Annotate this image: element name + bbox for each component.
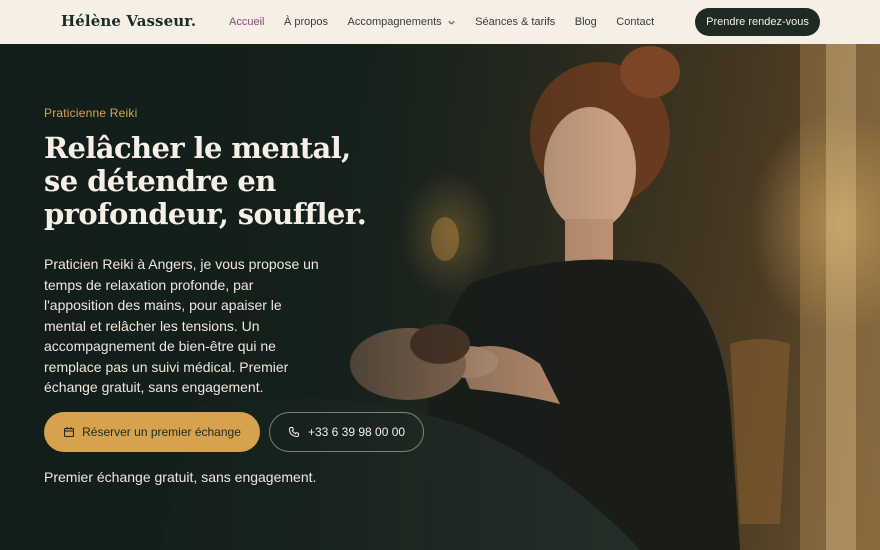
nav-item-accompagnements[interactable]: Accompagnements: [348, 16, 456, 28]
book-appointment-button[interactable]: Prendre rendez-vous: [695, 8, 820, 36]
nav-item-a-propos[interactable]: À propos: [284, 16, 328, 28]
phone-number-label: +33 6 39 98 00 00: [307, 425, 406, 439]
nav-item-label: Séances & tarifs: [475, 16, 556, 28]
hero-headline: Relâcher le mental, se détendre en profo…: [44, 131, 367, 231]
chevron-down-icon: [448, 20, 455, 25]
book-first-exchange-button[interactable]: Réserver un premier échange: [44, 412, 260, 452]
nav-item-label: Blog: [574, 16, 597, 28]
hero-section: Praticienne Reiki Relâcher le mental, se…: [0, 44, 880, 550]
nav-item-seances-tarifs[interactable]: Séances & tarifs: [475, 16, 555, 28]
calendar-icon: [64, 427, 75, 438]
hero-eyebrow: Praticienne Reiki: [44, 106, 138, 120]
book-first-exchange-label: Réserver un premier échange: [82, 425, 241, 439]
hero-note: Premier échange gratuit, sans engagement…: [44, 469, 317, 485]
main-nav: Accueil À propos Accompagnements Séances…: [229, 0, 674, 44]
nav-item-contact[interactable]: Contact: [616, 16, 654, 28]
nav-item-label: Accompagnements: [347, 16, 442, 28]
nav-item-accueil[interactable]: Accueil: [229, 16, 264, 28]
site-header: Hélène Vasseur. Accueil À propos Accompa…: [0, 0, 880, 44]
nav-item-blog[interactable]: Blog: [575, 16, 597, 28]
hero-lead: Praticien Reiki à Angers, je vous propos…: [44, 256, 319, 395]
brand-logo[interactable]: Hélène Vasseur.: [61, 12, 196, 30]
nav-item-label: Accueil: [229, 16, 265, 28]
phone-call-button[interactable]: +33 6 39 98 00 00: [269, 412, 424, 452]
phone-icon: [288, 427, 299, 438]
nav-item-label: À propos: [283, 16, 328, 28]
nav-item-label: Contact: [616, 16, 655, 28]
